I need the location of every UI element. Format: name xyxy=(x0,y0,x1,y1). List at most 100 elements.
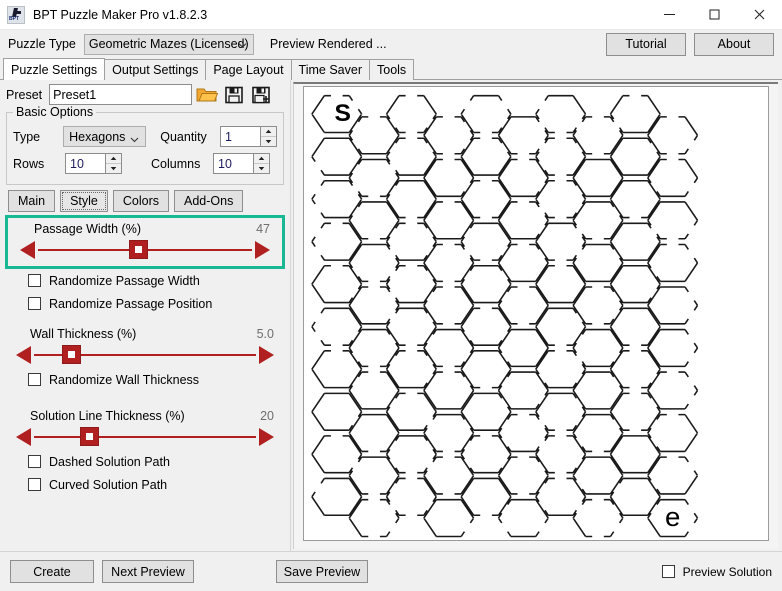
randomize-passage-position-label: Randomize Passage Position xyxy=(49,297,212,311)
title-bar: BPT BPT Puzzle Maker Pro v1.8.2.3 xyxy=(0,0,782,30)
quantity-down-icon[interactable] xyxy=(261,137,276,146)
passage-width-header: Passage Width (%) 47 xyxy=(16,220,274,236)
rows-value[interactable]: 10 xyxy=(65,153,105,174)
randomize-passage-width-label: Randomize Passage Width xyxy=(49,274,200,288)
basic-options-group: Basic Options Type Hexagons Quantity 1 xyxy=(6,112,284,185)
decrease-arrow-icon[interactable] xyxy=(16,428,31,446)
type-select[interactable]: Hexagons xyxy=(63,126,146,147)
subtab-colors[interactable]: Colors xyxy=(113,190,169,212)
settings-panel: Preset Preset1 xyxy=(0,80,291,551)
slider-track[interactable] xyxy=(34,436,256,438)
puzzle-type-row: Puzzle Type Geometric Mazes (Licensed) P… xyxy=(0,30,782,58)
wall-thickness-thumb[interactable] xyxy=(62,345,81,364)
rows-row: Rows 10 Columns 10 xyxy=(13,150,277,177)
passage-width-thumb[interactable] xyxy=(129,240,148,259)
randomize-wall-thickness-label: Randomize Wall Thickness xyxy=(49,373,199,387)
increase-arrow-icon[interactable] xyxy=(255,241,270,259)
main-tab-strip: Puzzle Settings Output Settings Page Lay… xyxy=(0,58,782,80)
passage-width-slider[interactable] xyxy=(16,237,274,263)
window-controls xyxy=(647,0,782,30)
solution-line-thickness-slider[interactable] xyxy=(12,424,278,450)
tab-time-saver[interactable]: Time Saver xyxy=(291,59,370,80)
subtab-addons[interactable]: Add-Ons xyxy=(174,190,243,212)
dashed-solution-path-checkbox[interactable] xyxy=(28,455,41,468)
wall-thickness-slider-group: Wall Thickness (%) 5.0 xyxy=(0,323,290,368)
solution-line-thickness-value: 20 xyxy=(260,409,274,423)
columns-spin-buttons[interactable] xyxy=(253,153,270,174)
minimize-button[interactable] xyxy=(647,0,692,30)
randomize-passage-position-checkbox[interactable] xyxy=(28,297,41,310)
preset-label: Preset xyxy=(6,88,42,102)
rows-up-icon[interactable] xyxy=(106,154,121,164)
preset-input[interactable]: Preset1 xyxy=(49,84,192,105)
app-window: BPT BPT Puzzle Maker Pro v1.8.2.3 Puzzle… xyxy=(0,0,782,591)
rows-down-icon[interactable] xyxy=(106,164,121,173)
save-icon[interactable] xyxy=(222,83,246,107)
subtab-style[interactable]: Style xyxy=(60,190,108,212)
maximize-button[interactable] xyxy=(692,0,737,30)
increase-arrow-icon[interactable] xyxy=(259,428,274,446)
basic-options-legend: Basic Options xyxy=(13,105,96,119)
maze-canvas[interactable]: Se xyxy=(303,86,769,541)
passage-width-slider-group: Passage Width (%) 47 xyxy=(5,215,285,269)
preset-row: Preset Preset1 xyxy=(0,80,290,106)
tab-puzzle-settings[interactable]: Puzzle Settings xyxy=(3,58,105,80)
tab-output-settings[interactable]: Output Settings xyxy=(104,59,206,80)
randomize-passage-width-checkbox[interactable] xyxy=(28,274,41,287)
quantity-up-icon[interactable] xyxy=(261,127,276,137)
subtab-main[interactable]: Main xyxy=(8,190,55,212)
create-button[interactable]: Create xyxy=(10,560,94,583)
tab-tools[interactable]: Tools xyxy=(369,59,414,80)
columns-down-icon[interactable] xyxy=(254,164,269,173)
curved-solution-path-row[interactable]: Curved Solution Path xyxy=(0,473,290,496)
columns-up-icon[interactable] xyxy=(254,154,269,164)
solution-line-thickness-header: Solution Line Thickness (%) 20 xyxy=(12,407,278,423)
about-button[interactable]: About xyxy=(694,33,774,56)
next-preview-button[interactable]: Next Preview xyxy=(102,560,194,583)
solution-line-thickness-slider-group: Solution Line Thickness (%) 20 xyxy=(0,405,290,450)
rows-spin-buttons[interactable] xyxy=(105,153,122,174)
preview-solution-row[interactable]: Preview Solution xyxy=(662,565,772,579)
columns-label: Columns xyxy=(151,157,213,171)
puzzle-type-value: Geometric Mazes (Licensed) xyxy=(89,37,249,51)
app-icon: BPT xyxy=(7,6,25,24)
save-preview-button[interactable]: Save Preview xyxy=(276,560,368,583)
quantity-value[interactable]: 1 xyxy=(220,126,260,147)
wall-thickness-value: 5.0 xyxy=(257,327,274,341)
type-row: Type Hexagons Quantity 1 xyxy=(13,123,277,150)
puzzle-type-select[interactable]: Geometric Mazes (Licensed) xyxy=(84,34,254,55)
randomize-passage-width-row[interactable]: Randomize Passage Width xyxy=(0,269,290,292)
main-body: Preset Preset1 xyxy=(0,80,782,551)
tutorial-button[interactable]: Tutorial xyxy=(606,33,686,56)
randomize-wall-thickness-row[interactable]: Randomize Wall Thickness xyxy=(0,368,290,391)
randomize-wall-thickness-checkbox[interactable] xyxy=(28,373,41,386)
solution-line-thickness-label: Solution Line Thickness (%) xyxy=(30,409,260,423)
type-label: Type xyxy=(13,130,63,144)
tab-page-layout[interactable]: Page Layout xyxy=(205,59,291,80)
maze-end-marker: e xyxy=(665,501,680,532)
window-title: BPT Puzzle Maker Pro v1.8.2.3 xyxy=(33,8,647,22)
curved-solution-path-checkbox[interactable] xyxy=(28,478,41,491)
close-button[interactable] xyxy=(737,0,782,30)
randomize-passage-position-row[interactable]: Randomize Passage Position xyxy=(0,292,290,315)
bottom-action-bar: Create Next Preview Save Preview Preview… xyxy=(0,551,782,591)
decrease-arrow-icon[interactable] xyxy=(20,241,35,259)
quantity-spin-buttons[interactable] xyxy=(260,126,277,147)
save-as-icon[interactable] xyxy=(249,83,273,107)
maze-drawing: Se xyxy=(304,87,768,540)
rows-stepper[interactable]: 10 xyxy=(65,153,122,174)
wall-thickness-header: Wall Thickness (%) 5.0 xyxy=(12,325,278,341)
preview-solution-checkbox[interactable] xyxy=(662,565,675,578)
wall-thickness-slider[interactable] xyxy=(12,342,278,368)
solution-line-thickness-thumb[interactable] xyxy=(80,427,99,446)
columns-value[interactable]: 10 xyxy=(213,153,253,174)
passage-width-value: 47 xyxy=(256,222,270,236)
increase-arrow-icon[interactable] xyxy=(259,346,274,364)
quantity-stepper[interactable]: 1 xyxy=(220,126,277,147)
open-folder-icon[interactable] xyxy=(195,83,219,107)
columns-stepper[interactable]: 10 xyxy=(213,153,270,174)
wall-thickness-label: Wall Thickness (%) xyxy=(30,327,257,341)
decrease-arrow-icon[interactable] xyxy=(16,346,31,364)
preview-solution-label: Preview Solution xyxy=(683,565,772,579)
dashed-solution-path-row[interactable]: Dashed Solution Path xyxy=(0,450,290,473)
